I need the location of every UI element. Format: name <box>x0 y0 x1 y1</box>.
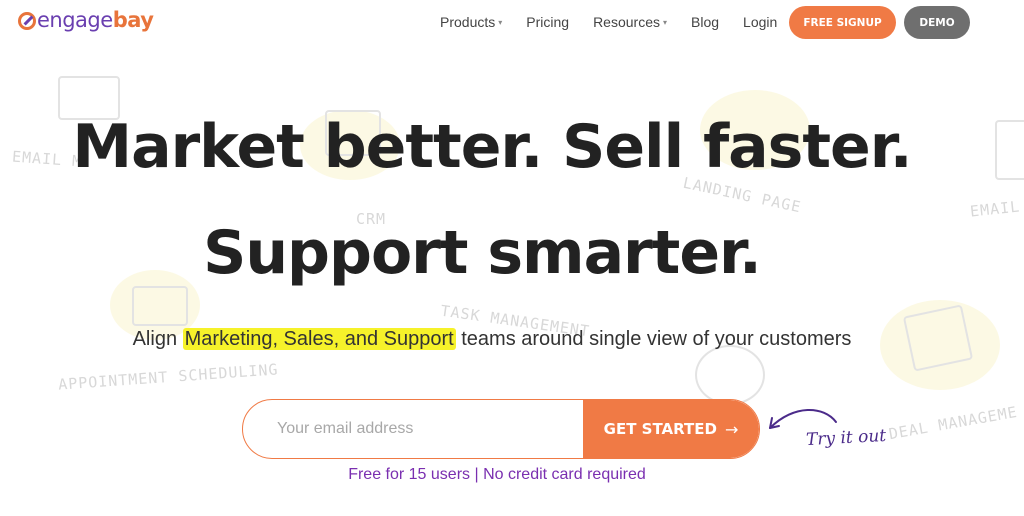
bg-label-appointment-scheduling: APPOINTMENT SCHEDULING <box>57 360 280 394</box>
get-started-label: GET STARTED <box>603 420 717 438</box>
nav-item-label: Login <box>743 14 778 30</box>
nav-item-label: Blog <box>691 14 720 30</box>
site-header: engage bay Products ▾ Pricing Resources ▾ … <box>0 0 1024 46</box>
nav-item-resources[interactable]: Resources ▾ <box>593 14 667 30</box>
hero-headline-line1: Market better. Sell faster. <box>72 112 912 182</box>
get-started-button[interactable]: GET STARTED → <box>583 400 759 458</box>
target-doodle-icon <box>695 345 765 405</box>
subheadline-text: teams around single view of your custome… <box>455 328 852 350</box>
nav-item-label: Resources <box>593 14 660 30</box>
signup-form: GET STARTED → <box>242 399 760 459</box>
logo-text-bay: bay <box>112 8 154 32</box>
subheadline-highlight: Marketing, Sales, and Support <box>182 328 456 350</box>
try-it-out-annotation: Try it out <box>805 425 887 451</box>
chevron-down-icon: ▾ <box>662 18 667 27</box>
nav-item-label: Pricing <box>526 14 570 30</box>
subheadline-text: Align <box>132 328 183 350</box>
engagebay-logo[interactable]: engage bay <box>18 8 154 32</box>
free-signup-button[interactable]: FREE SIGNUP <box>789 6 896 39</box>
calendar-doodle-icon <box>132 286 188 326</box>
nav-item-products[interactable]: Products ▾ <box>440 14 502 30</box>
nav-item-blog[interactable]: Blog <box>691 14 719 30</box>
hero-subheadline: Align Marketing, Sales, and Support team… <box>0 328 1004 351</box>
logo-mark-icon <box>18 12 36 30</box>
bg-label-deal-management: DEAL MANAGEME <box>887 402 1019 444</box>
main-nav: Products ▾ Pricing Resources ▾ Blog Login <box>440 14 801 30</box>
nav-item-pricing[interactable]: Pricing <box>526 14 569 30</box>
free-note: Free for 15 users | No credit card requi… <box>348 466 646 483</box>
nav-item-login[interactable]: Login <box>743 14 777 30</box>
nav-item-label: Products <box>440 14 496 30</box>
hero-headline-line2: Support smarter. <box>203 218 762 288</box>
chevron-down-icon: ▾ <box>498 18 503 27</box>
logo-text-engage: engage <box>37 8 113 32</box>
demo-button[interactable]: DEMO <box>904 6 970 39</box>
email-input[interactable] <box>243 400 585 458</box>
arrow-right-icon: → <box>724 419 739 439</box>
